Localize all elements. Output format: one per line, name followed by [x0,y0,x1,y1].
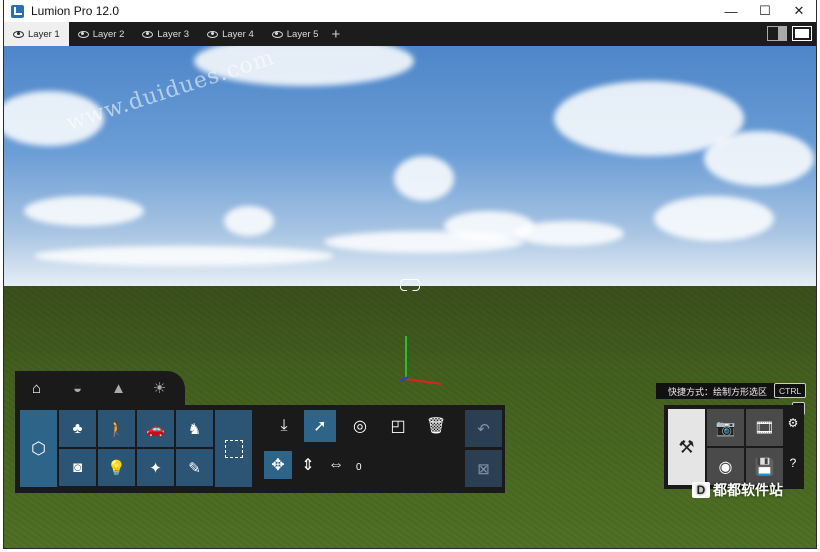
horizontal-move-icon[interactable]: ⇔ [322,451,350,479]
visibility-eye-icon[interactable] [207,30,219,38]
select-region-button[interactable] [215,410,252,487]
tool-icon[interactable]: ✎ [176,449,213,486]
delete-icon[interactable]: 🗑 [420,410,452,442]
visibility-eye-icon[interactable] [142,30,154,38]
photo-mode-icon[interactable]: 📷 [707,409,744,446]
undo-icon[interactable]: ↶ [465,410,502,447]
window-title: Lumion Pro 12.0 [31,4,120,18]
logo-mark-icon: D [692,482,710,498]
visibility-eye-icon[interactable] [77,30,89,38]
tab-label: Layer 2 [92,28,125,40]
tab-layer-3[interactable]: Layer 3 [133,22,198,46]
landscape-icon[interactable]: ▲ [109,379,128,398]
close-button[interactable]: ✕ [782,0,816,22]
tab-layer-5[interactable]: Layer 5 [263,22,328,46]
build-mode-icon[interactable]: ⚒ [668,409,705,485]
deselect-icon[interactable]: ⊠ [465,450,502,487]
tab-label: Layer 1 [28,28,60,40]
number-field[interactable]: 0 [356,462,362,473]
mode-panel: ⚒ 📷 🎞 ◉ 💾 ⚙ ? [664,405,804,489]
chair-icon[interactable]: ♞ [176,410,213,447]
home-icon[interactable]: ⌂ [27,379,46,398]
layer-tab-strip: Layer 1 Layer 2 Layer 3 Layer 4 Layer 5 … [4,22,816,46]
light-icon[interactable]: 💡 [98,449,135,486]
minimize-button[interactable]: — [714,0,748,22]
ctrl-key-badge: CTRL [774,383,807,398]
rotate-icon[interactable]: ◎ [344,410,376,442]
tab-layer-4[interactable]: Layer 4 [198,22,263,46]
panel-tab-bar: ⌂ ◒ ▲ ☀ [15,371,185,405]
person-icon[interactable]: 🚶 [98,410,135,447]
settings-gear-icon[interactable]: ⚙ [785,415,801,431]
weather-icon[interactable]: ☀ [150,379,169,398]
tab-label: Layer 5 [286,28,319,40]
lumion-app-icon [11,4,24,18]
lumion-window: Lumion Pro 12.0 — ☐ ✕ Layer 1 Layer 2 La… [3,0,817,549]
site-logo: D 都都软件站 [692,480,783,500]
tab-layer-2[interactable]: Layer 2 [69,22,134,46]
visibility-eye-icon[interactable] [271,30,283,38]
height-icon[interactable]: ⇕ [294,451,322,479]
sky [4,46,816,286]
magic-wand-icon[interactable]: ✦ [137,449,174,486]
tab-label: Layer 3 [157,28,190,40]
shortcut-hint: 快捷方式：绘制方形选区 [656,383,780,399]
effects-icon[interactable]: ◙ [59,449,96,486]
add-layer-button[interactable]: + [331,26,340,43]
car-icon[interactable]: 🚗 [137,410,174,447]
split-view-toggle[interactable] [767,26,787,41]
full-view-toggle[interactable] [792,26,812,41]
y-axis-gizmo [405,336,407,378]
logo-text: 都都软件站 [713,482,783,498]
movie-mode-icon[interactable]: 🎞 [746,409,783,446]
title-bar: Lumion Pro 12.0 — ☐ ✕ [4,0,816,22]
maximize-button[interactable]: ☐ [748,0,782,22]
tab-label: Layer 4 [222,28,254,40]
help-icon[interactable]: ? [785,455,801,471]
select-region-icon [224,439,243,458]
select-arrow-icon[interactable]: ➚ [304,410,336,442]
move-icon[interactable]: ✥ [264,451,292,479]
import-model-icon[interactable]: ⬡ [20,410,57,487]
place-object-icon[interactable]: ⤓ [268,410,300,442]
object-toolbar: ⬡ ♣ 🚶 🚗 ♞ ◙ 💡 ✦ ✎ ⤓ ➚ ◎ ◰ 🗑 ✥ ⇕ ⇔ 0 ↶ ⊠ [15,405,505,493]
visibility-eye-icon[interactable] [13,30,24,38]
materials-icon[interactable]: ◒ [68,379,87,398]
transform-tools: ⤓ ➚ ◎ ◰ 🗑 ✥ ⇕ ⇔ 0 [260,405,460,493]
tree-icon[interactable]: ♣ [59,410,96,447]
scale-icon[interactable]: ◰ [382,410,414,442]
tab-layer-1[interactable]: Layer 1 [4,22,69,46]
